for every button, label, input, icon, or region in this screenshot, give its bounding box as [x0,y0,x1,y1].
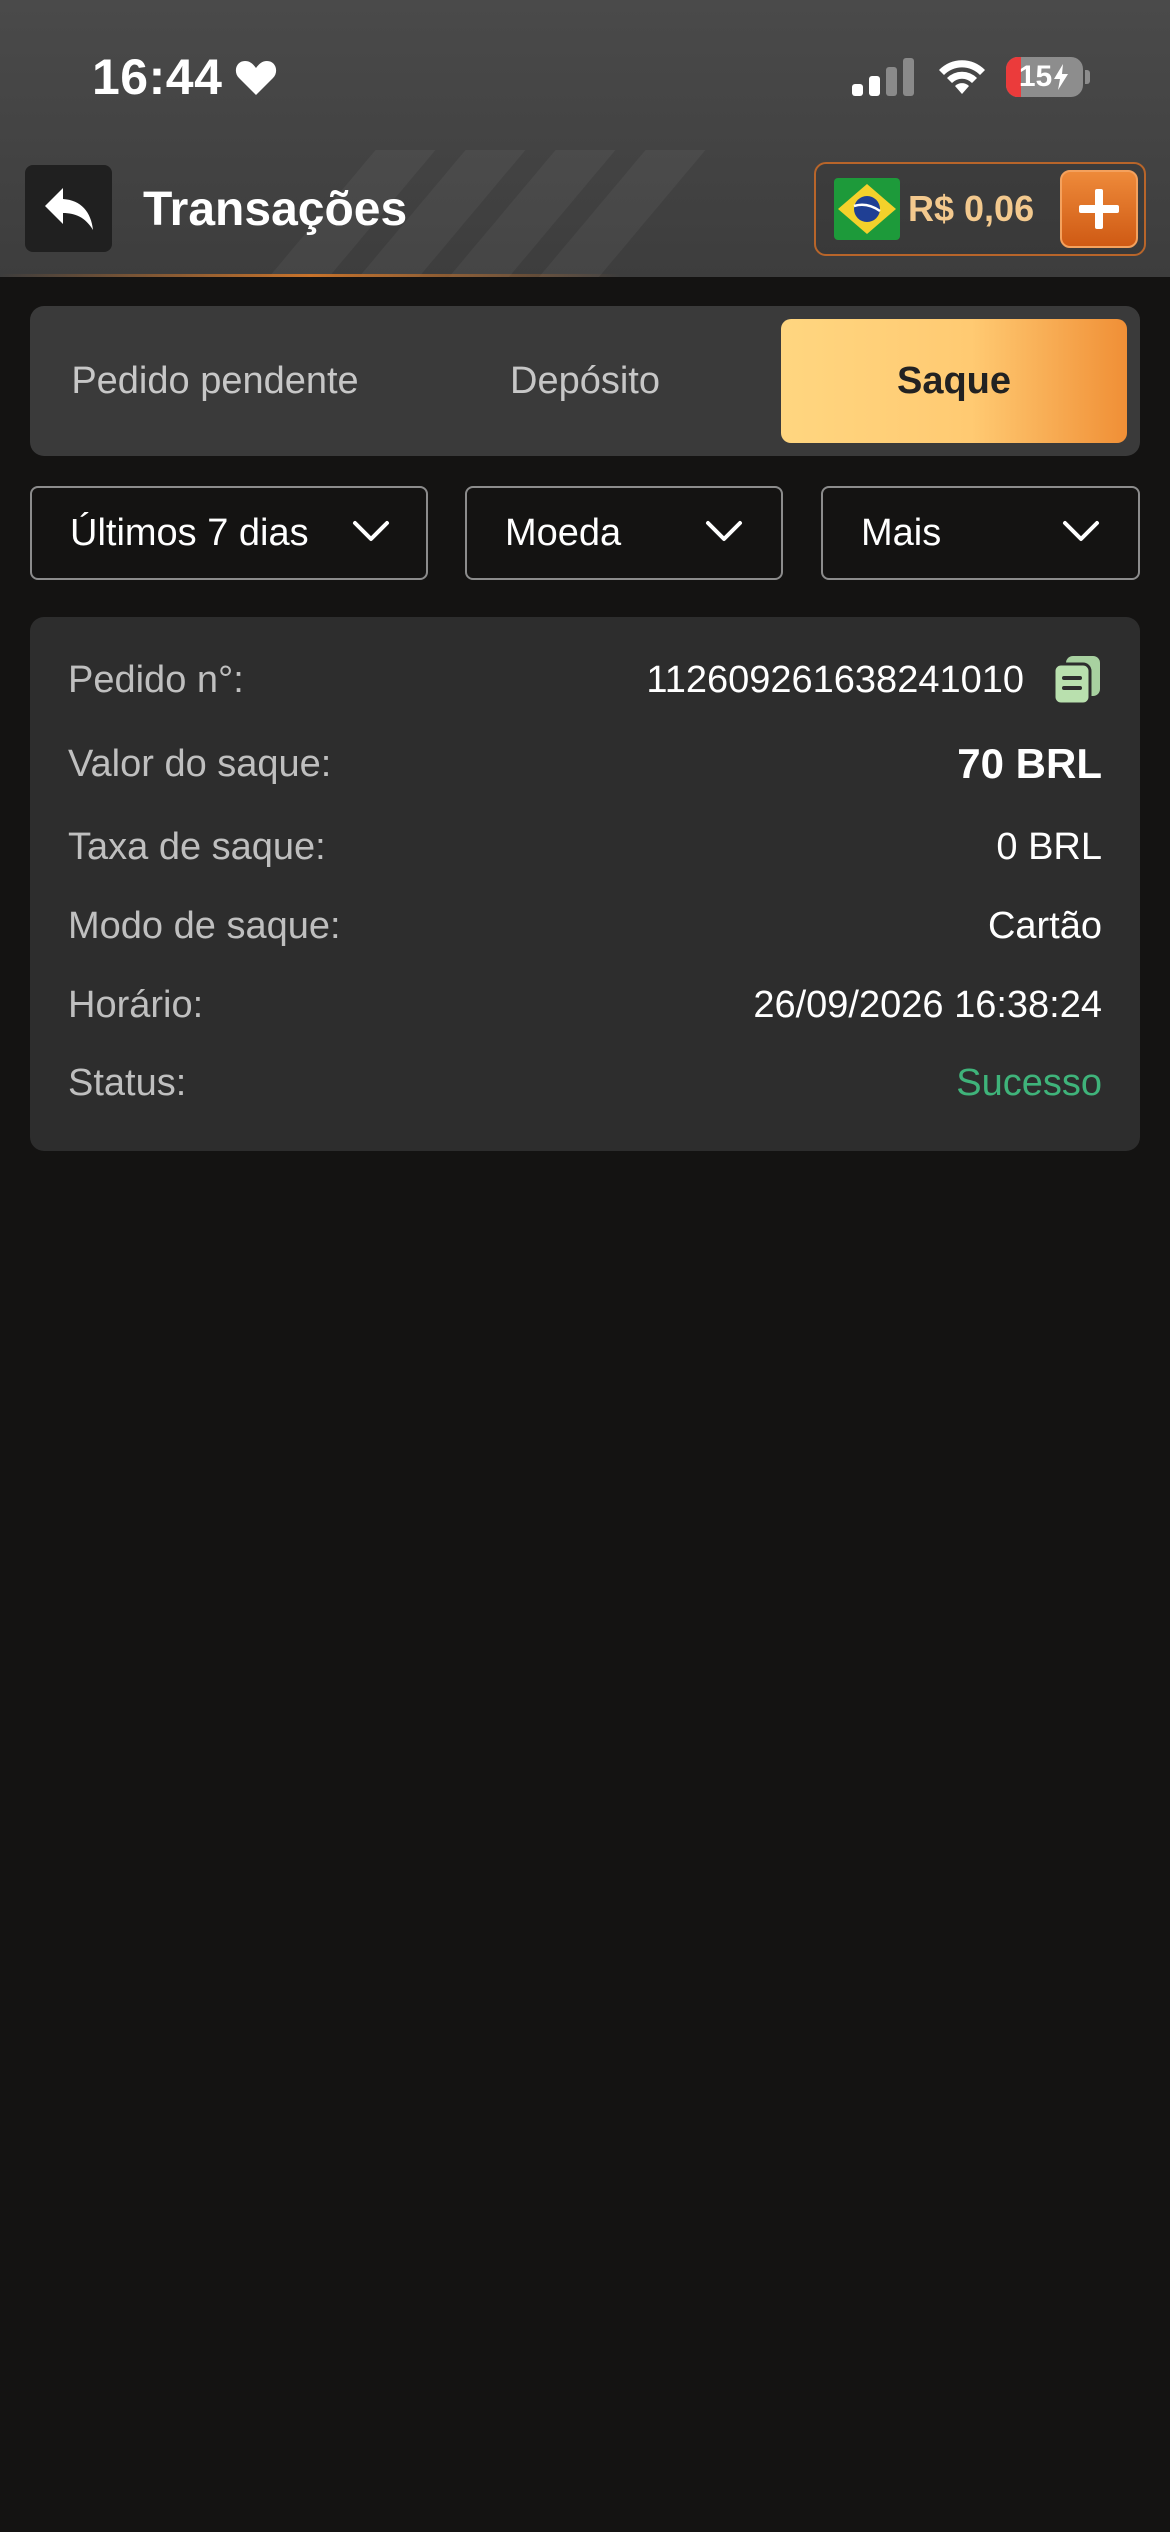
battery-level: 15 [1006,57,1083,97]
plus-icon [1079,189,1119,229]
withdraw-mode-row: Modo de saque: Cartão [68,896,1102,956]
currency-value: Moeda [505,511,622,554]
charging-bolt-icon [1054,64,1069,90]
order-number-value: 112609261638241010 [646,658,1024,701]
date-range-dropdown[interactable]: Últimos 7 dias [30,486,428,580]
transaction-type-tabs: Pedido pendente Depósito Saque [30,306,1140,456]
signal-icon [852,58,914,96]
order-number-value-group: 112609261638241010 [646,654,1102,706]
deposit-add-button[interactable] [1060,170,1138,248]
status-badge: Sucesso [956,1061,1102,1104]
order-number-label: Pedido n°: [68,658,244,701]
battery-level-text: 15 [1018,60,1053,93]
withdraw-mode-label: Modo de saque: [68,904,341,947]
withdraw-mode-value: Cartão [987,904,1102,947]
balance-amount: R$ 0,06 [908,188,1035,229]
battery-icon: 15 [1006,57,1090,97]
chevron-down-icon [353,521,389,541]
time-row: Horário: 26/09/2026 16:38:24 [68,975,1102,1035]
header-underline [0,274,620,277]
copy-icon[interactable] [1052,654,1102,706]
withdraw-fee-row: Taxa de saque: 0 BRL [68,817,1102,877]
tab-pending-order[interactable]: Pedido pendente [30,319,400,443]
withdraw-amount-row: Valor do saque: 70 BRL [68,734,1102,794]
wifi-icon [939,60,985,94]
status-time-group: 16:44 [92,44,278,110]
transaction-card: Pedido n°: 112609261638241010 Valor do s… [30,617,1140,1151]
withdraw-fee-label: Taxa de saque: [68,825,326,868]
back-button[interactable] [25,165,112,252]
back-arrow-icon [44,187,93,230]
battery-tip [1085,70,1090,84]
tab-deposit[interactable]: Depósito [400,319,770,443]
battery-body: 15 [1006,57,1084,97]
status-row: Status: Sucesso [68,1053,1102,1113]
date-range-value: Últimos 7 dias [70,511,309,554]
status-time: 16:44 [92,49,223,105]
status-label: Status: [68,1061,187,1104]
withdraw-amount-label: Valor do saque: [68,742,332,785]
withdraw-fee-value: 0 BRL [996,825,1102,868]
top-header: 16:44 15 Transações R$ 0,06 [0,0,1170,277]
chevron-down-icon [706,521,742,541]
brazil-flag-icon [834,178,900,240]
heart-icon [236,61,277,95]
time-value: 26/09/2026 16:38:24 [753,983,1102,1026]
withdraw-amount-value: 70 BRL [957,740,1102,787]
more-value: Mais [861,511,942,554]
page-title: Transações [143,182,408,236]
balance-box[interactable]: R$ 0,06 [814,162,1146,256]
more-dropdown[interactable]: Mais [821,486,1140,580]
time-label: Horário: [68,983,204,1026]
tab-withdraw[interactable]: Saque [781,319,1127,443]
currency-dropdown[interactable]: Moeda [465,486,783,580]
order-number-row: Pedido n°: 112609261638241010 [68,650,1102,710]
chevron-down-icon [1063,521,1099,541]
